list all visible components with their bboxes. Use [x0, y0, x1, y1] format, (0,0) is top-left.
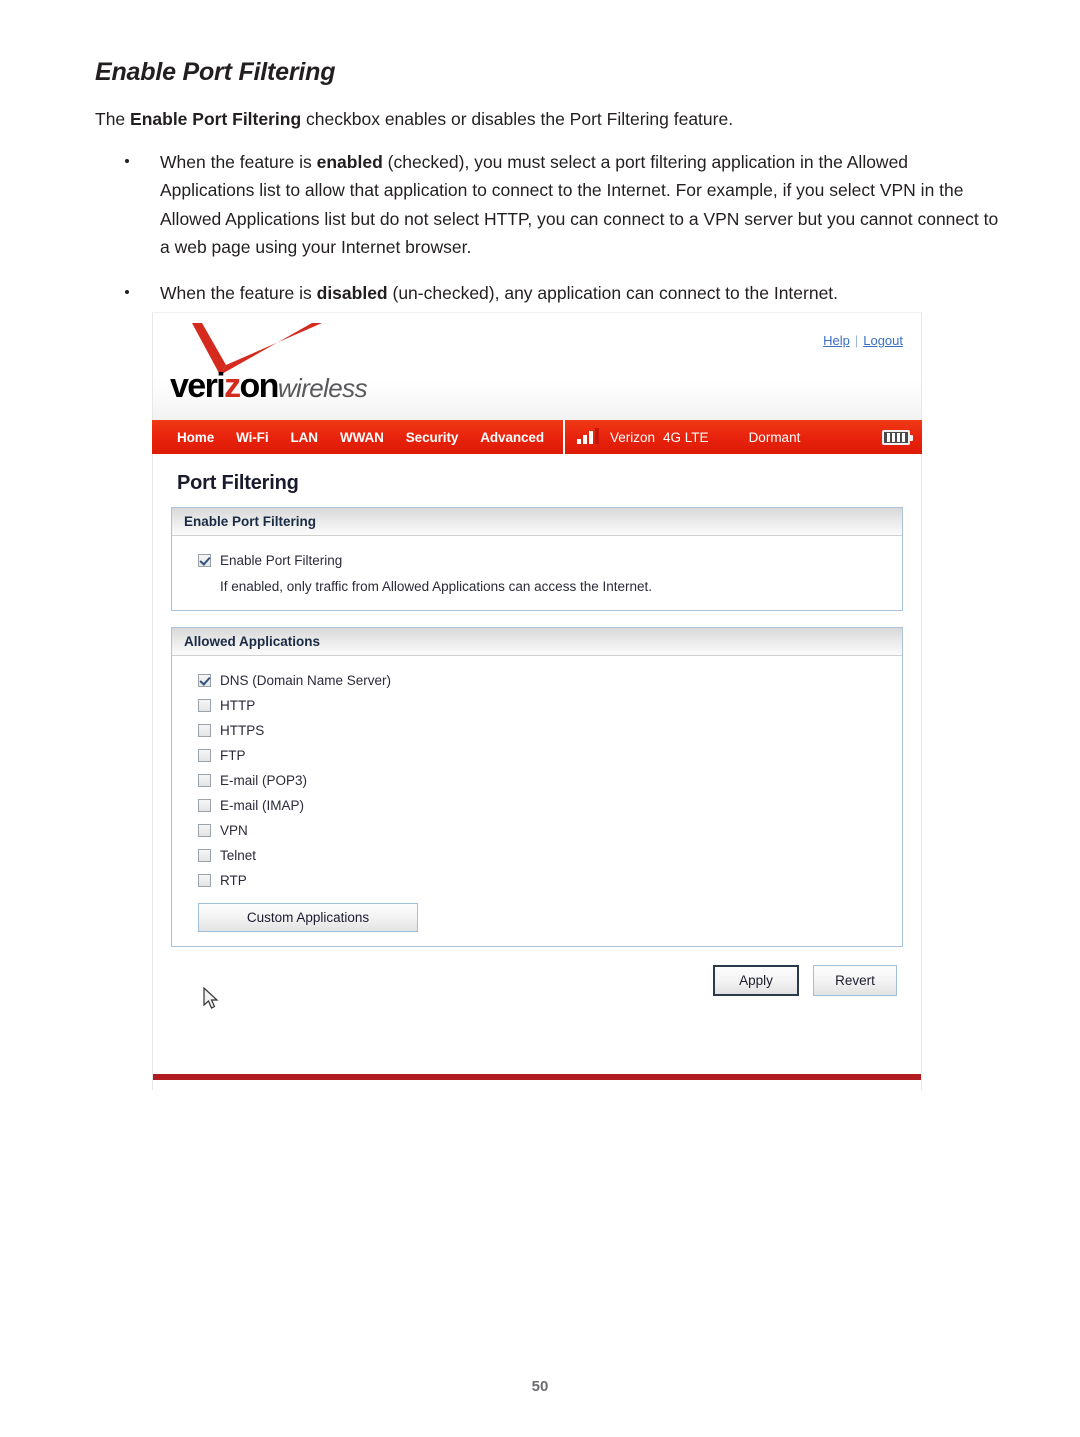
- verizon-wordmark: verizonwireless: [170, 367, 368, 405]
- main-navigation-bar: Home Wi-Fi LAN WWAN Security Advanced Ve…: [152, 420, 922, 454]
- app-row-https[interactable]: HTTPS: [172, 718, 902, 743]
- nav-divider: [563, 420, 565, 454]
- app-label-ftp[interactable]: FTP: [220, 748, 246, 763]
- panel-heading: Enable Port Filtering: [172, 508, 902, 536]
- wordmark-veri: veri: [170, 367, 226, 405]
- bullet-bold-term: enabled: [316, 152, 383, 172]
- page-number: 50: [531, 1378, 549, 1395]
- top-links: Help | Logout: [823, 333, 903, 348]
- revert-button[interactable]: Revert: [813, 965, 897, 996]
- nav-item-wwan[interactable]: WWAN: [329, 430, 395, 445]
- enable-port-filtering-label[interactable]: Enable Port Filtering: [220, 553, 342, 568]
- wordmark-z: z: [224, 367, 241, 405]
- router-admin-screenshot: verizonwireless Help | Logout Home Wi-Fi L…: [152, 312, 922, 1090]
- app-checkbox-rtp[interactable]: [198, 874, 211, 887]
- app-checkbox-http[interactable]: [198, 699, 211, 712]
- app-row-dns[interactable]: DNS (Domain Name Server): [172, 668, 902, 693]
- manual-page: Enable Port Filtering The Enable Port Fi…: [0, 0, 1080, 1437]
- router-page-heading: Port Filtering: [177, 472, 299, 494]
- panel-heading: Allowed Applications: [172, 628, 902, 656]
- allowed-applications-panel: Allowed Applications DNS (Domain Name Se…: [171, 627, 903, 947]
- bullet-dot-icon: [125, 290, 129, 295]
- wordmark-on: on: [239, 367, 280, 405]
- enable-port-filtering-row[interactable]: Enable Port Filtering: [172, 548, 902, 573]
- nav-item-wifi[interactable]: Wi-Fi: [225, 430, 279, 445]
- connection-status-area: Verizon 4G LTE Dormant: [577, 428, 922, 445]
- nav-item-lan[interactable]: LAN: [279, 430, 328, 445]
- enable-port-filtering-checkbox[interactable]: [198, 554, 211, 567]
- wordmark-wireless: wireless: [277, 373, 368, 403]
- app-checkbox-ftp[interactable]: [198, 749, 211, 762]
- app-label-http[interactable]: HTTP: [220, 698, 255, 713]
- router-page-body: Port Filtering Enable Port Filtering Ena…: [152, 454, 922, 1054]
- app-row-rtp[interactable]: RTP: [172, 868, 902, 893]
- list-item: When the feature is disabled (un-checked…: [95, 279, 1000, 307]
- status-carrier: Verizon: [610, 429, 656, 445]
- app-label-vpn[interactable]: VPN: [220, 823, 248, 838]
- bullet-dot-icon: [125, 158, 129, 163]
- app-checkbox-https[interactable]: [198, 724, 211, 737]
- nav-item-advanced[interactable]: Advanced: [469, 430, 555, 445]
- router-body-spacer: [152, 1054, 922, 1090]
- panel-body: Enable Port Filtering If enabled, only t…: [172, 536, 902, 610]
- app-label-email-imap[interactable]: E-mail (IMAP): [220, 798, 304, 813]
- app-checkbox-telnet[interactable]: [198, 849, 211, 862]
- intro-prefix: The: [95, 109, 131, 129]
- app-row-vpn[interactable]: VPN: [172, 818, 902, 843]
- bullet-text-part1: When the feature is: [160, 152, 317, 172]
- app-row-email-pop3[interactable]: E-mail (POP3): [172, 768, 902, 793]
- apply-button[interactable]: Apply: [713, 965, 799, 996]
- brand-header: verizonwireless Help | Logout: [152, 312, 922, 420]
- logout-link[interactable]: Logout: [863, 333, 903, 348]
- app-checkbox-email-pop3[interactable]: [198, 774, 211, 787]
- intro-bold-term: Enable Port Filtering: [130, 109, 302, 129]
- nav-links-group: Home Wi-Fi LAN WWAN Security Advanced: [152, 420, 555, 454]
- app-row-ftp[interactable]: FTP: [172, 743, 902, 768]
- intro-suffix: checkbox enables or disables the Port Fi…: [301, 109, 734, 129]
- nav-item-security[interactable]: Security: [395, 430, 469, 445]
- bullet-text-part2: (un-checked), any application can connec…: [387, 283, 839, 304]
- nav-item-home[interactable]: Home: [166, 430, 225, 445]
- verizon-wireless-logo: verizonwireless: [170, 319, 430, 415]
- list-item: When the feature is enabled (checked), y…: [95, 148, 1000, 261]
- mouse-cursor-pointer: [203, 987, 219, 1009]
- bullet-bold-term: disabled: [316, 283, 388, 304]
- app-label-https[interactable]: HTTPS: [220, 723, 264, 738]
- footer-red-rule: [152, 1074, 922, 1080]
- status-connection-state: Dormant: [748, 429, 801, 445]
- battery-icon: [882, 429, 913, 445]
- page-title: Enable Port Filtering: [95, 58, 336, 86]
- signal-strength-icon: [577, 428, 601, 444]
- app-row-email-imap[interactable]: E-mail (IMAP): [172, 793, 902, 818]
- app-label-dns[interactable]: DNS (Domain Name Server): [220, 673, 391, 688]
- bullet-text-part1: When the feature is: [160, 283, 317, 304]
- app-label-telnet[interactable]: Telnet: [220, 848, 256, 863]
- app-row-telnet[interactable]: Telnet: [172, 843, 902, 868]
- links-separator: |: [854, 333, 859, 348]
- app-label-email-pop3[interactable]: E-mail (POP3): [220, 773, 307, 788]
- app-checkbox-vpn[interactable]: [198, 824, 211, 837]
- form-actions: Apply Revert: [171, 963, 903, 1009]
- custom-applications-button[interactable]: Custom Applications: [198, 903, 418, 932]
- help-link[interactable]: Help: [823, 333, 850, 348]
- app-checkbox-email-imap[interactable]: [198, 799, 211, 812]
- status-technology: 4G LTE: [663, 429, 709, 445]
- intro-paragraph: The Enable Port Filtering checkbox enabl…: [95, 108, 995, 132]
- app-row-http[interactable]: HTTP: [172, 693, 902, 718]
- panel-body: DNS (Domain Name Server) HTTP HTTPS FTP: [172, 656, 902, 946]
- enable-port-filtering-hint: If enabled, only traffic from Allowed Ap…: [220, 579, 652, 594]
- enable-port-filtering-panel: Enable Port Filtering Enable Port Filter…: [171, 507, 903, 611]
- app-checkbox-dns[interactable]: [198, 674, 211, 687]
- bullet-list: When the feature is enabled (checked), y…: [95, 148, 1000, 326]
- app-label-rtp[interactable]: RTP: [220, 873, 247, 888]
